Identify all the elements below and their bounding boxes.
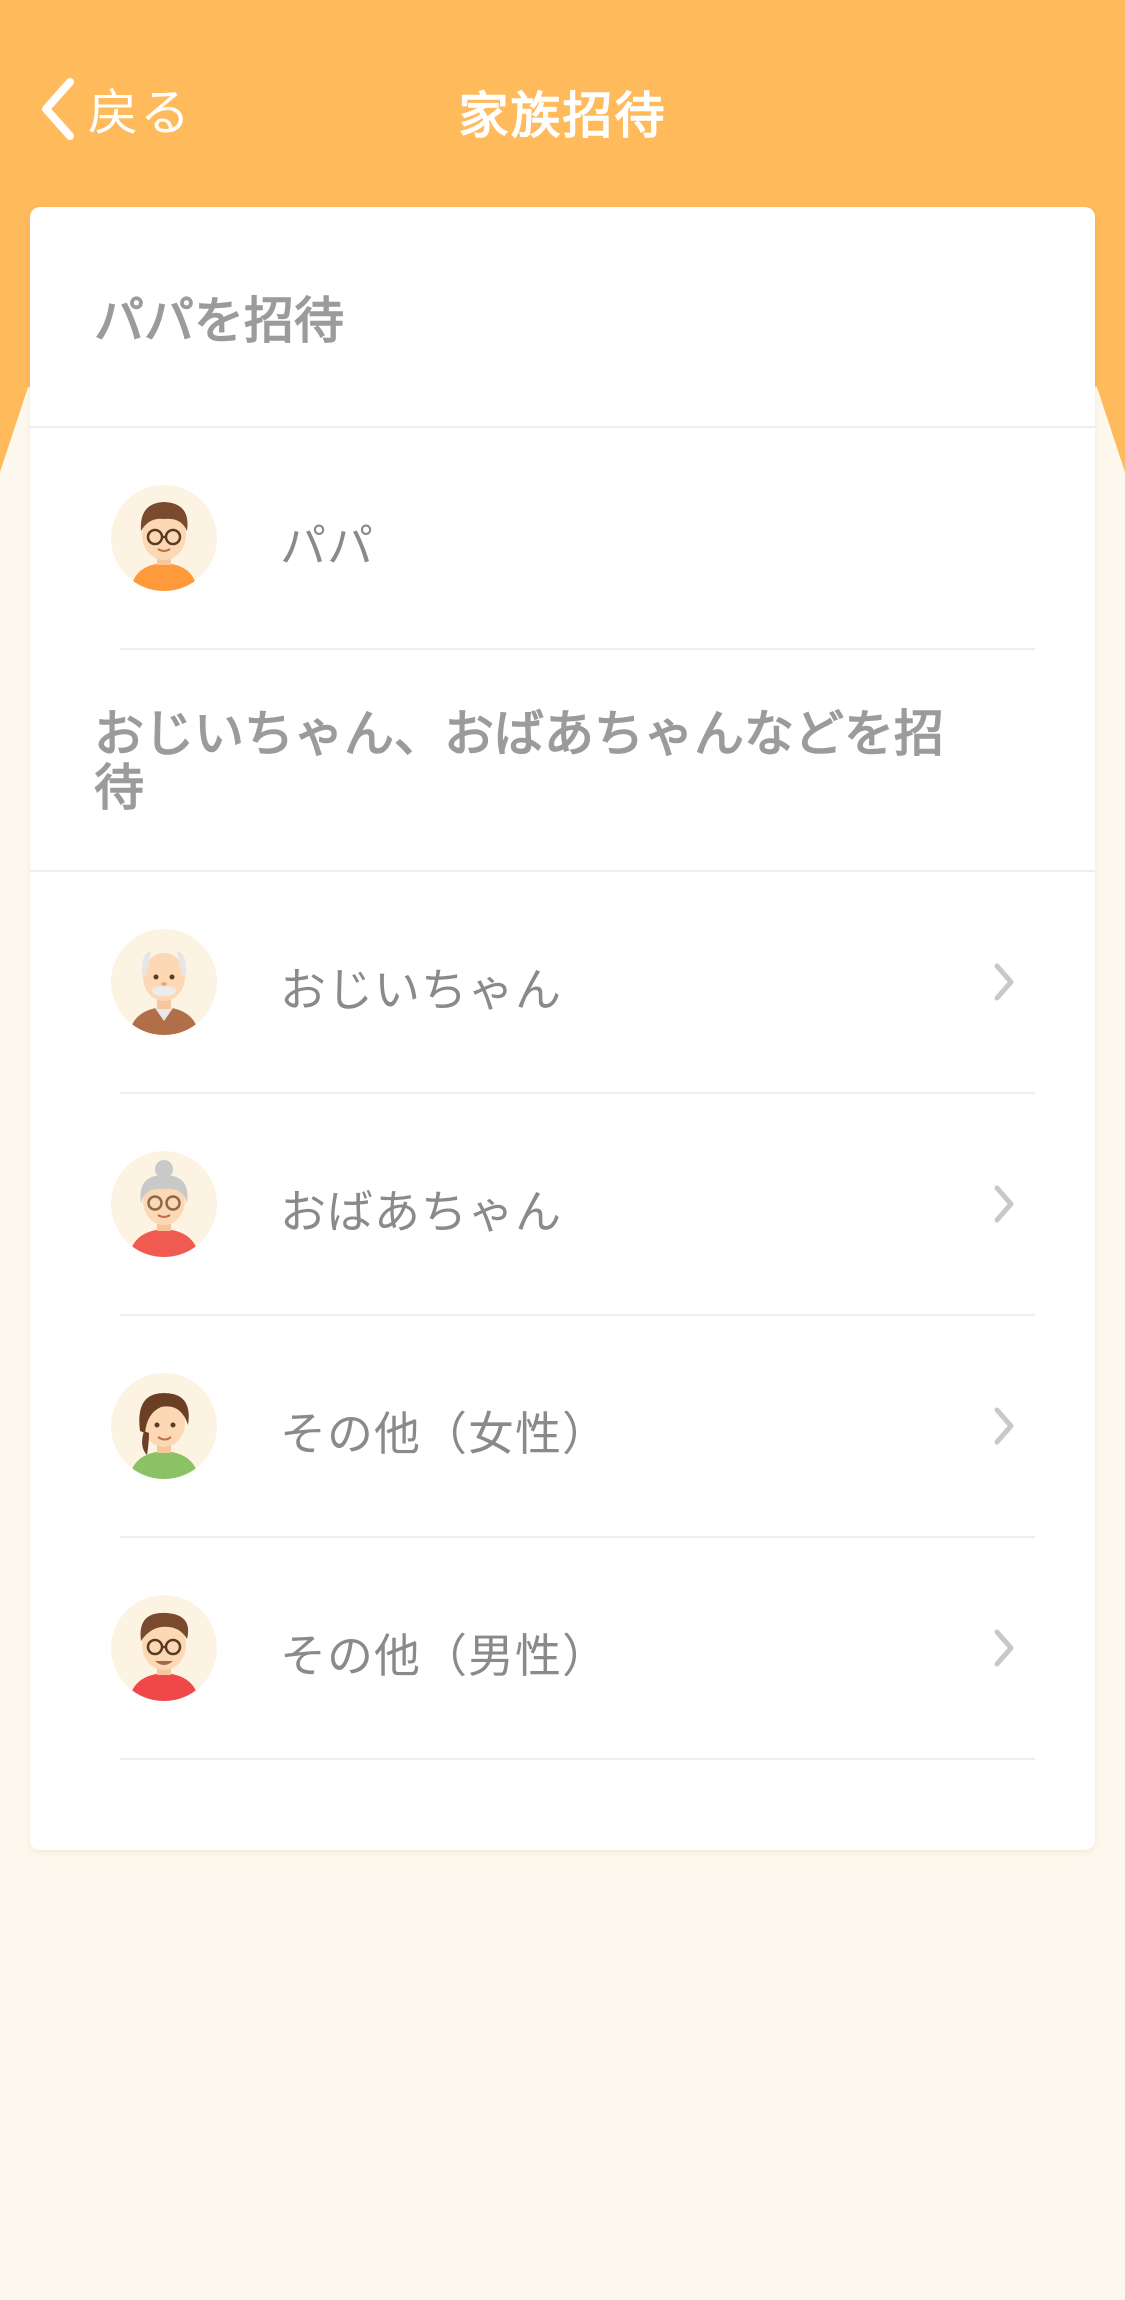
invite-row-label: その他（男性） [280,1629,609,1683]
section-title-grandparents: おじいちゃん、おばあちゃんなどを招待 [94,705,944,817]
grandma-avatar-icon [111,1151,217,1257]
chevron-right-icon [994,963,1014,1001]
invite-row-label: その他（女性） [280,1407,609,1461]
other-male-avatar-icon [111,1595,217,1701]
chevron-right-icon [994,1629,1014,1667]
section-title-papa: パパを招待 [94,292,344,350]
navigation-bar: 戻る 家族招待 [0,0,1125,210]
page-title: 家族招待 [458,87,667,145]
row-divider [120,648,1035,650]
invite-row-label: パパ [280,519,374,573]
invite-row-label: おじいちゃん [280,963,562,1017]
chevron-right-icon [994,1185,1014,1223]
invite-row-other-female[interactable]: その他（女性） [30,1316,1095,1538]
other-female-avatar-icon [111,1373,217,1479]
papa-avatar-icon [111,485,217,591]
row-divider [120,1758,1035,1760]
invite-row-papa[interactable]: パパ [30,428,1095,650]
invite-row-grandma[interactable]: おばあちゃん [30,1094,1095,1316]
invite-card: パパを招待 パパ おじいちゃん、おばあちゃんなどを招待 おじいちゃん おばあちゃ… [30,207,1095,1850]
invite-row-other-male[interactable]: その他（男性） [30,1538,1095,1760]
invite-row-label: おばあちゃん [280,1185,562,1239]
invite-row-grandpa[interactable]: おじいちゃん [30,872,1095,1094]
chevron-right-icon [994,1407,1014,1445]
grandpa-avatar-icon [111,929,217,1035]
